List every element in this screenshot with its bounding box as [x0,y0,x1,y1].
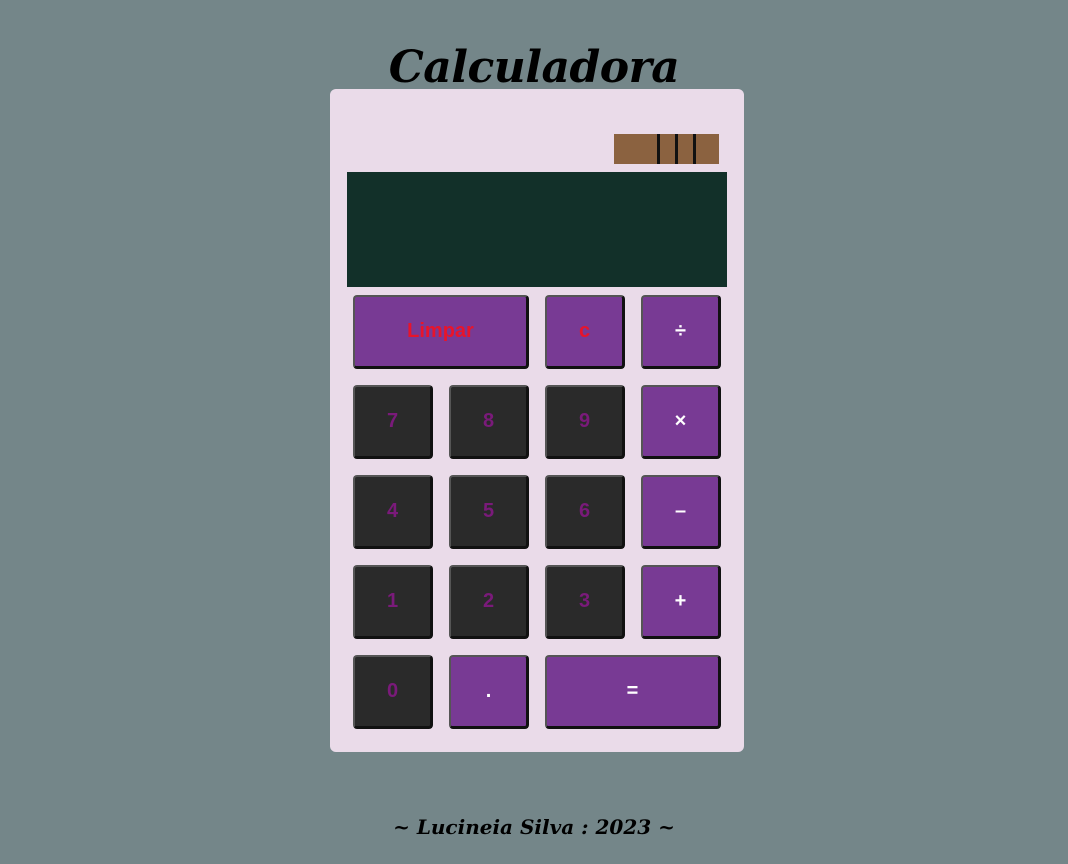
multiply-button[interactable]: × [641,385,721,459]
digit-3-button[interactable]: 3 [545,565,625,639]
digit-8-button[interactable]: 8 [449,385,529,459]
calculator-body: Limpar c ÷ 7 8 9 × 4 5 6 – 1 2 3 + 0 . = [330,89,744,752]
solar-cell-divider [657,134,660,164]
decimal-button[interactable]: . [449,655,529,729]
calculator-display [347,172,727,287]
divide-button[interactable]: ÷ [641,295,721,369]
digit-9-button[interactable]: 9 [545,385,625,459]
solar-cell-divider [693,134,696,164]
solar-panel [614,134,719,164]
add-button[interactable]: + [641,565,721,639]
digit-6-button[interactable]: 6 [545,475,625,549]
solar-cell-divider [675,134,678,164]
digit-0-button[interactable]: 0 [353,655,433,729]
clear-all-button[interactable]: Limpar [353,295,529,369]
equals-button[interactable]: = [545,655,721,729]
subtract-button[interactable]: – [641,475,721,549]
digit-7-button[interactable]: 7 [353,385,433,459]
digit-2-button[interactable]: 2 [449,565,529,639]
digit-4-button[interactable]: 4 [353,475,433,549]
footer-credit: ~ Lucineia Silva : 2023 ~ [393,815,675,839]
digit-5-button[interactable]: 5 [449,475,529,549]
clear-entry-button[interactable]: c [545,295,625,369]
digit-1-button[interactable]: 1 [353,565,433,639]
